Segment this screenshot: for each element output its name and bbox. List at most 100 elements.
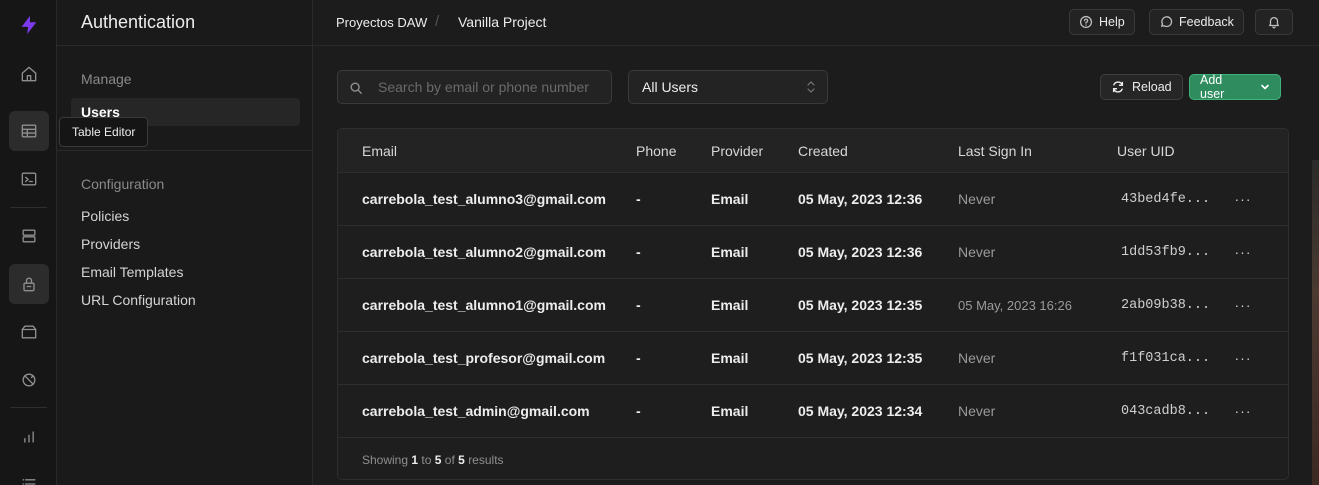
breadcrumb-separator: /	[435, 13, 440, 30]
notifications-button[interactable]	[1255, 9, 1293, 35]
cell-phone: -	[636, 244, 641, 260]
rail-item-reports[interactable]	[9, 417, 49, 457]
reports-icon	[24, 431, 34, 443]
cell-email: carrebola_test_alumno1@gmail.com	[362, 297, 606, 313]
cell-email: carrebola_test_profesor@gmail.com	[362, 350, 606, 366]
table-row[interactable]: carrebola_test_profesor@gmail.com - Emai…	[338, 332, 1288, 385]
menu-item-url-configuration[interactable]: URL Configuration	[81, 292, 196, 308]
table-row[interactable]: carrebola_test_alumno1@gmail.com - Email…	[338, 279, 1288, 332]
cell-user-uid: 1dd53fb9...	[1121, 245, 1211, 260]
table-row[interactable]: carrebola_test_alumno2@gmail.com - Email…	[338, 226, 1288, 279]
footer-of-word: of	[444, 453, 455, 467]
cell-created: 05 May, 2023 12:36	[798, 244, 923, 260]
table-row[interactable]: carrebola_test_admin@gmail.com - Email 0…	[338, 385, 1288, 438]
table-row[interactable]: carrebola_test_alumno3@gmail.com - Email…	[338, 173, 1288, 226]
background-window-edge	[1312, 160, 1319, 485]
table-header: Email Phone Provider Created Last Sign I…	[338, 129, 1288, 173]
cell-phone: -	[636, 350, 641, 366]
column-header-provider: Provider	[711, 143, 764, 159]
rail-item-sql-editor[interactable]	[9, 159, 49, 199]
cell-email: carrebola_test_alumno2@gmail.com	[362, 244, 606, 260]
footer-to: 5	[434, 453, 442, 467]
help-icon	[1079, 15, 1093, 29]
menu-item-policies[interactable]: Policies	[81, 208, 129, 224]
row-menu-button[interactable]: ···	[1233, 189, 1253, 209]
feedback-label: Feedback	[1179, 15, 1234, 29]
menu-section-manage: Manage	[81, 71, 132, 87]
row-menu-button[interactable]: ···	[1233, 401, 1253, 421]
row-menu-button[interactable]: ···	[1233, 242, 1253, 262]
footer-prefix: Showing	[362, 453, 409, 467]
rail-item-realtime[interactable]	[9, 360, 49, 400]
search-input[interactable]	[378, 71, 606, 103]
footer-from: 1	[411, 453, 419, 467]
column-header-user-uid: User UID	[1117, 143, 1175, 159]
menu-item-email-templates[interactable]: Email Templates	[81, 264, 183, 280]
rail-item-authentication[interactable]	[9, 264, 49, 304]
cell-phone: -	[636, 403, 641, 419]
column-header-email: Email	[362, 143, 398, 159]
storage-icon	[21, 325, 37, 339]
app-logo[interactable]	[18, 14, 40, 36]
supabase-dashboard: Table Editor Authentication Manage Users…	[0, 0, 1319, 485]
cell-provider: Email	[711, 403, 749, 419]
cell-last-sign-in: 05 May, 2023 16:26	[958, 298, 1072, 313]
realtime-icon	[22, 373, 36, 387]
cell-created: 05 May, 2023 12:34	[798, 403, 923, 419]
database-icon	[22, 229, 36, 243]
cell-last-sign-in: Never	[958, 244, 996, 260]
refresh-icon	[1112, 81, 1124, 93]
footer-suffix: results	[468, 453, 504, 467]
add-user-label: Add user	[1200, 73, 1225, 101]
row-menu-button[interactable]: ···	[1233, 348, 1253, 368]
tooltip-table-editor: Table Editor	[59, 117, 149, 147]
help-button[interactable]: Help	[1069, 9, 1135, 35]
menu-title: Authentication	[81, 12, 196, 32]
cell-user-uid: f1f031ca...	[1121, 351, 1211, 366]
footer-total: 5	[458, 453, 465, 467]
menu-item-providers[interactable]: Providers	[81, 236, 140, 252]
feedback-button[interactable]: Feedback	[1149, 9, 1244, 35]
footer-to-word: to	[421, 453, 432, 467]
reload-button[interactable]: Reload	[1100, 74, 1183, 100]
cell-provider: Email	[711, 350, 749, 366]
breadcrumb-org[interactable]: Proyectos DAW	[336, 15, 427, 30]
rail-item-logs[interactable]	[9, 464, 49, 485]
cell-user-uid: 043cadb8...	[1121, 404, 1211, 419]
cell-last-sign-in: Never	[958, 191, 996, 207]
cell-last-sign-in: Never	[958, 403, 996, 419]
bell-icon	[1268, 16, 1280, 29]
reload-label: Reload	[1132, 80, 1172, 94]
user-filter-value: All Users	[642, 79, 699, 95]
row-menu-button[interactable]: ···	[1233, 295, 1253, 315]
search-field[interactable]	[337, 70, 612, 104]
cell-user-uid: 2ab09b38...	[1121, 298, 1211, 313]
chevron-updown-icon	[807, 81, 815, 93]
table-editor-icon	[21, 124, 37, 138]
cell-email: carrebola_test_alumno3@gmail.com	[362, 191, 606, 207]
cell-phone: -	[636, 191, 641, 207]
rail-item-table-editor[interactable]	[9, 111, 49, 151]
menu-section-configuration: Configuration	[81, 176, 165, 192]
product-menu: Authentication Manage Users Configuratio…	[57, 0, 313, 485]
user-filter-select[interactable]: All Users	[628, 70, 828, 104]
column-header-created: Created	[798, 143, 848, 159]
cell-provider: Email	[711, 297, 749, 313]
rail-item-home[interactable]	[9, 54, 49, 94]
help-label: Help	[1099, 15, 1125, 29]
authentication-icon	[23, 277, 35, 292]
rail-item-storage[interactable]	[9, 312, 49, 352]
column-header-phone: Phone	[636, 143, 677, 159]
cell-created: 05 May, 2023 12:36	[798, 191, 923, 207]
users-table: Email Phone Provider Created Last Sign I…	[337, 128, 1289, 480]
column-header-last-sign-in: Last Sign In	[958, 143, 1032, 159]
sql-editor-icon	[21, 172, 37, 186]
logs-icon	[22, 479, 36, 485]
breadcrumb-project[interactable]: Vanilla Project	[458, 14, 546, 30]
chevron-down-icon	[1261, 84, 1269, 90]
cell-last-sign-in: Never	[958, 350, 996, 366]
search-icon	[350, 82, 362, 94]
top-bar: Proyectos DAW / Vanilla Project Help Fee…	[313, 0, 1319, 46]
add-user-button[interactable]: Add user	[1189, 73, 1281, 101]
rail-item-database[interactable]	[9, 216, 49, 256]
